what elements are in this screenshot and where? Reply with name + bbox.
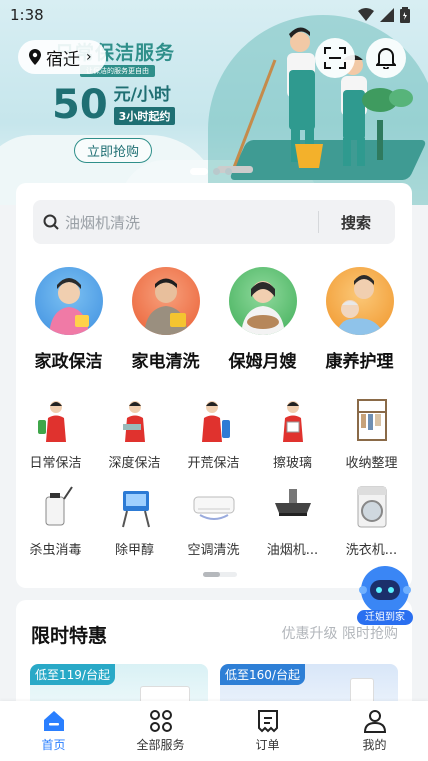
sub-category-label: 深度保洁 bbox=[108, 456, 161, 471]
sub-category-window[interactable]: 擦玻璃 bbox=[253, 398, 332, 471]
status-bar: 1:38 bbox=[0, 0, 428, 30]
search-input[interactable]: 油烟机清洗 bbox=[65, 212, 318, 233]
banner-dot bbox=[190, 168, 208, 175]
eldercare-avatar bbox=[325, 267, 394, 335]
formaldehyde-icon bbox=[113, 485, 157, 529]
sub-category-deep-cleaning[interactable]: 深度保洁 bbox=[95, 398, 174, 471]
location-label: 宿迁 bbox=[46, 49, 80, 70]
banner-dot bbox=[225, 168, 232, 175]
tab-label: 订单 bbox=[255, 738, 280, 752]
wifi-icon bbox=[358, 8, 374, 21]
housekeeping-avatar bbox=[34, 267, 103, 335]
sub-category-label: 杀虫消毒 bbox=[29, 543, 82, 558]
pager-active bbox=[203, 572, 220, 577]
assistant-robot-button[interactable]: 迁姐到家 bbox=[357, 564, 413, 626]
post-renovation-icon bbox=[192, 398, 236, 442]
chevron-right-icon: › bbox=[86, 49, 92, 65]
promo-banner[interactable]: 日常保洁服务 让保洁的服务更自由 50 元/小时 3小时起约 立即抢购 bbox=[0, 0, 428, 205]
order-icon bbox=[257, 710, 278, 733]
main-category-housekeeping[interactable]: 家政保洁 bbox=[23, 267, 115, 372]
banner-price-number: 50 bbox=[52, 82, 108, 128]
main-category-label: 保姆月嫂 bbox=[228, 352, 297, 372]
daily-cleaning-icon bbox=[34, 398, 78, 442]
tab-orders[interactable]: 订单 bbox=[214, 701, 321, 761]
organizing-icon bbox=[350, 398, 394, 442]
banner-dot bbox=[213, 168, 220, 175]
scan-button[interactable] bbox=[315, 38, 355, 78]
banner-price-sub: 3小时起约 bbox=[113, 107, 176, 125]
nanny-avatar bbox=[228, 267, 297, 335]
limited-offer-subtitle[interactable]: 优惠升级 限时抢购 bbox=[282, 623, 398, 643]
home-icon bbox=[43, 711, 64, 731]
service-card: 油烟机清洗 搜索 家政保洁 家电清洗 保姆月嫂 康养护理 日常保洁 深度保洁 开… bbox=[16, 183, 412, 588]
deep-cleaning-icon bbox=[113, 398, 157, 442]
assistant-label: 迁姐到家 bbox=[357, 610, 413, 625]
bottom-tab-bar: 首页 全部服务 订单 我的 bbox=[0, 701, 428, 761]
main-categories: 家政保洁 家电清洗 保姆月嫂 康养护理 bbox=[16, 267, 412, 372]
sub-category-range-hood[interactable]: 油烟机... bbox=[253, 485, 332, 558]
air-conditioner-icon bbox=[192, 485, 236, 529]
category-pager bbox=[203, 572, 237, 577]
search-bar[interactable]: 油烟机清洗 搜索 bbox=[33, 200, 395, 244]
search-divider bbox=[317, 211, 319, 233]
offer-price: 低至160/台起 bbox=[220, 664, 305, 685]
status-icons bbox=[358, 7, 410, 23]
appliance-avatar bbox=[131, 267, 200, 335]
sub-category-daily-cleaning[interactable]: 日常保洁 bbox=[16, 398, 95, 471]
banner-cta-button[interactable]: 立即抢购 bbox=[74, 138, 153, 163]
banner-price: 50 元/小时 3小时起约 bbox=[52, 80, 176, 128]
main-category-nanny[interactable]: 保姆月嫂 bbox=[217, 267, 309, 372]
tab-all-services[interactable]: 全部服务 bbox=[107, 701, 214, 761]
sub-category-ac-cleaning[interactable]: 空调清洗 bbox=[174, 485, 253, 558]
banner-pager bbox=[190, 168, 232, 175]
sub-category-label: 洗衣机... bbox=[345, 543, 398, 558]
notification-button[interactable] bbox=[366, 38, 406, 78]
sub-category-label: 空调清洗 bbox=[187, 543, 240, 558]
main-category-label: 家电清洗 bbox=[131, 352, 200, 372]
window-cleaning-icon bbox=[271, 398, 315, 442]
bell-icon bbox=[376, 48, 396, 69]
battery-icon bbox=[400, 7, 410, 23]
signal-icon bbox=[380, 8, 394, 22]
location-pin-icon bbox=[29, 49, 41, 65]
user-icon bbox=[363, 710, 386, 733]
sub-category-post-renovation[interactable]: 开荒保洁 bbox=[174, 398, 253, 471]
sub-category-label: 日常保洁 bbox=[29, 456, 82, 471]
sub-category-label: 除甲醇 bbox=[114, 543, 154, 558]
tab-label: 全部服务 bbox=[136, 738, 185, 752]
limited-offer-title: 限时特惠 bbox=[31, 625, 108, 647]
sprayer-icon bbox=[34, 485, 78, 529]
offer-price: 低至119/台起 bbox=[30, 664, 115, 685]
sub-category-label: 收纳整理 bbox=[345, 456, 398, 471]
main-category-label: 康养护理 bbox=[325, 352, 394, 372]
tab-label: 首页 bbox=[41, 738, 66, 752]
sub-category-label: 擦玻璃 bbox=[272, 456, 312, 471]
search-button[interactable]: 搜索 bbox=[341, 212, 371, 233]
sub-categories: 日常保洁 深度保洁 开荒保洁 擦玻璃 收纳整理 杀虫消毒 除甲醇 空调清洗 油烟… bbox=[16, 398, 412, 558]
tab-home[interactable]: 首页 bbox=[0, 701, 107, 761]
main-category-eldercare[interactable]: 康养护理 bbox=[314, 267, 406, 372]
search-icon bbox=[43, 214, 59, 230]
main-category-label: 家政保洁 bbox=[34, 352, 103, 372]
main-category-appliance[interactable]: 家电清洗 bbox=[120, 267, 212, 372]
washing-machine-icon bbox=[350, 485, 394, 529]
tab-label: 我的 bbox=[362, 738, 387, 752]
banner-price-unit: 元/小时 bbox=[113, 85, 171, 105]
sub-category-pest-control[interactable]: 杀虫消毒 bbox=[16, 485, 95, 558]
scan-icon bbox=[324, 47, 346, 69]
status-time: 1:38 bbox=[10, 6, 44, 24]
sub-category-organizing[interactable]: 收纳整理 bbox=[332, 398, 411, 471]
robot-icon bbox=[359, 566, 411, 614]
sub-category-label: 油烟机... bbox=[266, 543, 319, 558]
tab-profile[interactable]: 我的 bbox=[321, 701, 428, 761]
sub-category-washing-machine[interactable]: 洗衣机... bbox=[332, 485, 411, 558]
range-hood-icon bbox=[271, 485, 315, 529]
location-selector[interactable]: 宿迁 › bbox=[18, 40, 106, 74]
sub-category-formaldehyde[interactable]: 除甲醇 bbox=[95, 485, 174, 558]
sub-category-label: 开荒保洁 bbox=[187, 456, 240, 471]
grid-icon bbox=[149, 710, 172, 732]
